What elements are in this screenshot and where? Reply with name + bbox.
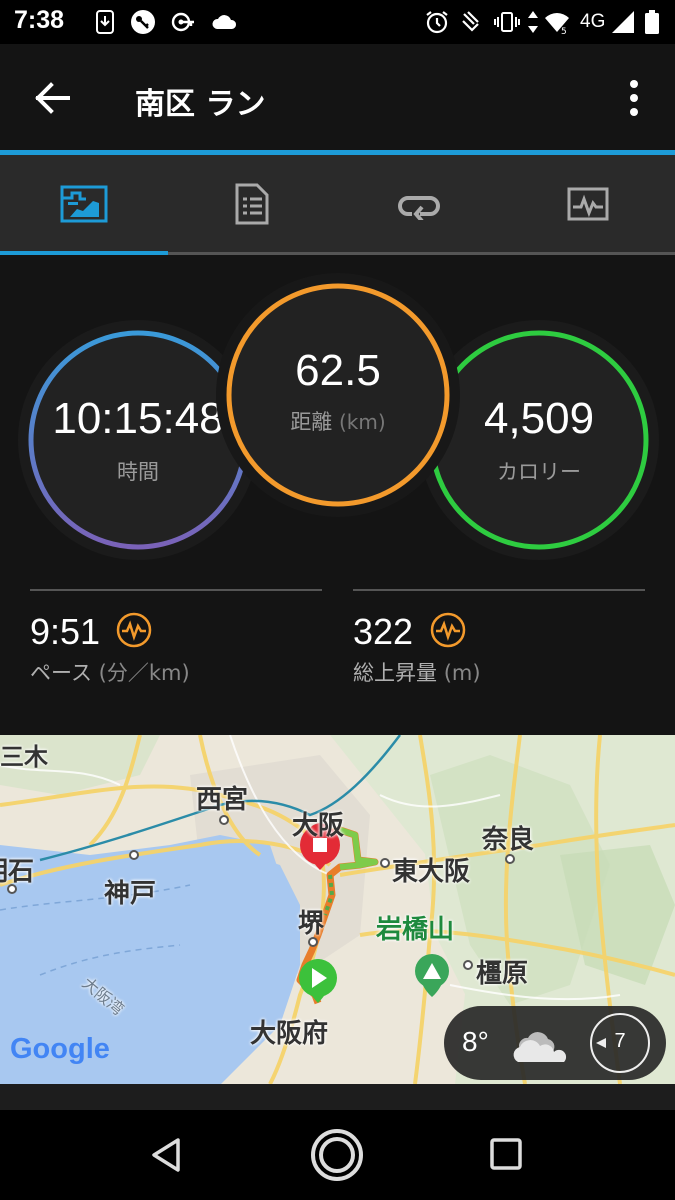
download-icon (96, 10, 114, 34)
more-options-button[interactable] (614, 74, 654, 122)
distance-unit: (km) (339, 410, 386, 434)
time-value: 10:15:48 (52, 394, 224, 443)
map-label-nishinomiya: 西宮 (196, 785, 249, 815)
time-label: 時間 (117, 460, 159, 484)
map-label-higashiosaka: 東大阪 (392, 857, 471, 887)
key-icon (131, 10, 155, 34)
map-label-osaka: 大阪 (292, 811, 345, 841)
google-logo: Google (10, 1033, 110, 1066)
map-label-nara: 奈良 (482, 825, 535, 855)
data-arrows-icon (528, 11, 538, 33)
google-logo-text: Google (10, 1033, 110, 1065)
network-type: 4G (580, 11, 606, 32)
system-nav-bar (0, 1110, 675, 1200)
pace-divider (30, 589, 322, 591)
tab-charts[interactable] (504, 155, 672, 252)
pace-label-row: ペース (分／km) (30, 657, 190, 687)
wind-indicator: 7 (590, 1013, 650, 1073)
status-time: 7:38 (14, 6, 65, 34)
elevation-label: 総上昇量 (353, 661, 437, 685)
document-icon (235, 183, 269, 224)
nfc-icon (462, 11, 479, 32)
signal-icon (612, 11, 634, 33)
nav-back-button[interactable] (138, 1128, 198, 1182)
cloud-icon (212, 15, 237, 29)
back-button[interactable] (24, 74, 80, 122)
map-label-akashi: 明石 (0, 857, 35, 887)
route-map[interactable]: 三木 西宮 大阪 奈良 明石 神戸 東大阪 堺 岩橋山 橿原 大阪湾 大阪府 G… (0, 735, 675, 1084)
map-label-kobe: 神戸 (104, 879, 157, 909)
elevation-label-row: 総上昇量 (m) (353, 657, 481, 687)
status-bar: 7:38 5 4G (0, 0, 675, 44)
distance-value: 62.5 (295, 346, 381, 395)
selected-tab-indicator (0, 251, 168, 255)
distance-label: 距離 (290, 410, 333, 434)
chart-icon (567, 187, 609, 220)
activity-title: 南区 ラン (135, 87, 266, 122)
vibrate-icon (494, 12, 520, 32)
svg-text:5: 5 (561, 27, 567, 35)
map-label-iwahashiyama: 岩橋山 (376, 915, 455, 945)
nav-home-button[interactable] (304, 1122, 370, 1188)
pace-chart-icon[interactable] (116, 612, 152, 648)
vpn-icon (171, 12, 194, 32)
wifi-icon: 5 (545, 13, 569, 35)
tab-divider (168, 252, 675, 255)
cloudy-icon (513, 1032, 567, 1062)
wind-speed: 7 (614, 1030, 626, 1052)
elevation-divider (353, 589, 645, 591)
map-label-osaka-fu: 大阪府 (250, 1019, 329, 1049)
pace-value: 9:51 (30, 611, 101, 652)
calories-summary: 4,509 カロリー (432, 333, 646, 547)
map-label-miki: 三木 (0, 743, 48, 771)
map-label-kashihara: 橿原 (476, 959, 529, 989)
weather-widget[interactable]: 8° 7 (444, 1006, 666, 1080)
map-stats-icon (60, 185, 108, 222)
tab-overview[interactable] (0, 155, 168, 252)
tab-details[interactable] (168, 155, 336, 252)
distance-label-row: 距離 (km) (290, 406, 385, 436)
tab-laps[interactable] (336, 155, 504, 252)
time-summary: 10:15:48 時間 (31, 333, 245, 547)
calories-label: カロリー (497, 460, 581, 484)
elevation-unit: (m) (443, 661, 481, 685)
elevation-chart-icon[interactable] (430, 612, 466, 648)
nav-recents-button[interactable] (476, 1128, 536, 1182)
weather-temperature: 8° (462, 1026, 489, 1057)
distance-summary: 62.5 距離 (km) (229, 286, 447, 504)
map-label-sakai: 堺 (298, 909, 325, 939)
battery-icon (645, 10, 659, 34)
pace-unit: (分／km) (98, 661, 190, 685)
tab-bar (0, 155, 675, 255)
alarm-icon (426, 11, 448, 34)
pace-label: ペース (30, 661, 92, 685)
bottom-strip (0, 1084, 675, 1110)
loop-icon (398, 195, 440, 220)
app-bar: 南区 ラン (0, 44, 675, 150)
calories-value: 4,509 (483, 394, 595, 443)
elevation-value: 322 (353, 611, 414, 652)
